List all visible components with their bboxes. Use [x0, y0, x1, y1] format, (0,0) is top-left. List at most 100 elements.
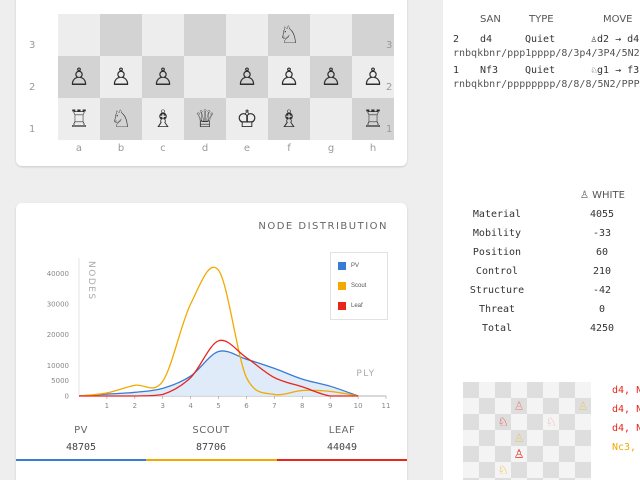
- board-square[interactable]: [184, 56, 226, 98]
- mini-board-square[interactable]: [575, 430, 591, 446]
- stat-value: 44049: [326, 442, 358, 453]
- board-square[interactable]: [310, 98, 352, 140]
- principal-line[interactable]: d4, Nc: [612, 423, 640, 434]
- mini-board-square[interactable]: [463, 382, 479, 398]
- mini-board-square[interactable]: [495, 398, 511, 414]
- mini-piece-icon: ♘: [497, 415, 509, 429]
- chess-piece-icon: ♘: [110, 105, 132, 133]
- move-san[interactable]: Nf3: [480, 65, 498, 76]
- mini-board-square[interactable]: [479, 398, 495, 414]
- y-tick-label: 30000: [47, 301, 69, 309]
- mini-board-square[interactable]: [463, 462, 479, 478]
- eval-name: Control: [475, 266, 519, 277]
- eval-name: Position: [472, 247, 522, 258]
- node-stats: PV 48705 SCOUT 87706 LEAF 44049: [16, 425, 407, 461]
- principal-line[interactable]: d4, Nc: [612, 385, 640, 396]
- mini-board-square[interactable]: [479, 414, 495, 430]
- y-axis-label: NODES: [86, 261, 96, 301]
- chess-piece-icon: ♙: [278, 63, 300, 91]
- mini-board-square[interactable]: [543, 398, 559, 414]
- board-square[interactable]: [184, 14, 226, 56]
- mini-board-square[interactable]: [495, 430, 511, 446]
- x-tick-label: 2: [133, 402, 137, 410]
- mini-board-square[interactable]: [479, 382, 495, 398]
- file-label: d: [201, 143, 209, 154]
- mini-board-square[interactable]: [575, 446, 591, 462]
- mini-board-square[interactable]: [463, 446, 479, 462]
- move-num: 2: [453, 34, 460, 45]
- mini-board-square[interactable]: [511, 382, 527, 398]
- board-square[interactable]: [142, 14, 184, 56]
- mini-board-square[interactable]: [559, 414, 575, 430]
- legend-swatch: [338, 262, 346, 270]
- mini-piece-icon: ♘: [497, 463, 509, 477]
- mini-board-square[interactable]: [559, 446, 575, 462]
- x-tick-label: 9: [328, 402, 332, 410]
- mini-board-square[interactable]: [495, 446, 511, 462]
- stat-leaf: LEAF 44049: [277, 425, 407, 453]
- x-tick-label: 11: [382, 402, 391, 410]
- eval-name: Threat: [478, 304, 516, 315]
- mini-board-square[interactable]: [559, 462, 575, 478]
- eval-value: -33: [592, 228, 612, 239]
- principal-line[interactable]: Nc3, d: [612, 442, 640, 453]
- bishop-icon: ♗: [184, 0, 226, 2]
- mini-board-square[interactable]: [527, 414, 543, 430]
- eval-row: Total 4250: [443, 323, 640, 342]
- file-label: b: [117, 143, 125, 154]
- eval-value: 60: [595, 247, 609, 258]
- eval-row: Control 210: [443, 266, 640, 285]
- mini-board-square[interactable]: [463, 430, 479, 446]
- x-tick-label: 4: [188, 402, 193, 410]
- legend-item: Scout: [338, 282, 366, 290]
- mini-board-square[interactable]: [527, 430, 543, 446]
- mini-board-square[interactable]: [527, 446, 543, 462]
- mini-board-square[interactable]: [575, 382, 591, 398]
- mini-board-square[interactable]: [575, 414, 591, 430]
- mini-board-square[interactable]: [463, 414, 479, 430]
- moves-header-type: TYPE: [529, 14, 554, 25]
- mini-board-square[interactable]: [479, 462, 495, 478]
- board-square[interactable]: [100, 14, 142, 56]
- file-label: f: [287, 143, 291, 154]
- mini-board-square[interactable]: [543, 446, 559, 462]
- mini-board-square[interactable]: [527, 382, 543, 398]
- moves-header-move: MOVE: [603, 14, 633, 25]
- mini-board-square[interactable]: [527, 398, 543, 414]
- mini-board-square[interactable]: [527, 462, 543, 478]
- chess-board[interactable]: ♗♘♙♙♙♙♙♙♙♖♘♗♕♔♗♖: [58, 0, 394, 140]
- rank-label: 2: [386, 82, 393, 93]
- eval-row: Threat 0: [443, 304, 640, 323]
- eval-row: Position 60: [443, 247, 640, 266]
- stat-bar-segment: [276, 459, 407, 461]
- move-move: ♘g1 → f3: [591, 65, 640, 76]
- mini-board-square[interactable]: [479, 430, 495, 446]
- mini-board-square[interactable]: [511, 462, 527, 478]
- x-tick-label: 3: [160, 402, 164, 410]
- move-san[interactable]: d4: [480, 34, 492, 45]
- mini-board-square[interactable]: [543, 430, 559, 446]
- mini-board-square[interactable]: [495, 382, 511, 398]
- mini-board-square[interactable]: [559, 382, 575, 398]
- mini-board[interactable]: ♙ ♙ ♘ ♘ ♙ ♙ ♘: [463, 382, 591, 480]
- mini-board-square[interactable]: [511, 414, 527, 430]
- mini-board-square[interactable]: [463, 398, 479, 414]
- board-square[interactable]: [226, 14, 268, 56]
- chart-legend: PV Scout Leaf: [330, 252, 388, 320]
- chess-piece-icon: ♙: [152, 63, 174, 91]
- principal-line[interactable]: d4, Nc: [612, 404, 640, 415]
- mini-board-square[interactable]: [559, 398, 575, 414]
- mini-board-square[interactable]: [575, 462, 591, 478]
- mini-board-square[interactable]: [559, 430, 575, 446]
- board-square[interactable]: [58, 14, 100, 56]
- stats-color-bar: [16, 459, 407, 461]
- mini-board-square[interactable]: [543, 462, 559, 478]
- mini-board-square[interactable]: [479, 446, 495, 462]
- mini-board-square[interactable]: [543, 382, 559, 398]
- x-tick-label: 7: [272, 402, 276, 410]
- eval-name: Total: [481, 323, 513, 334]
- move-type: Quiet: [525, 65, 556, 76]
- x-axis-label: PLY: [356, 369, 375, 379]
- board-square[interactable]: [310, 14, 352, 56]
- mini-piece-icon: ♙: [513, 431, 525, 445]
